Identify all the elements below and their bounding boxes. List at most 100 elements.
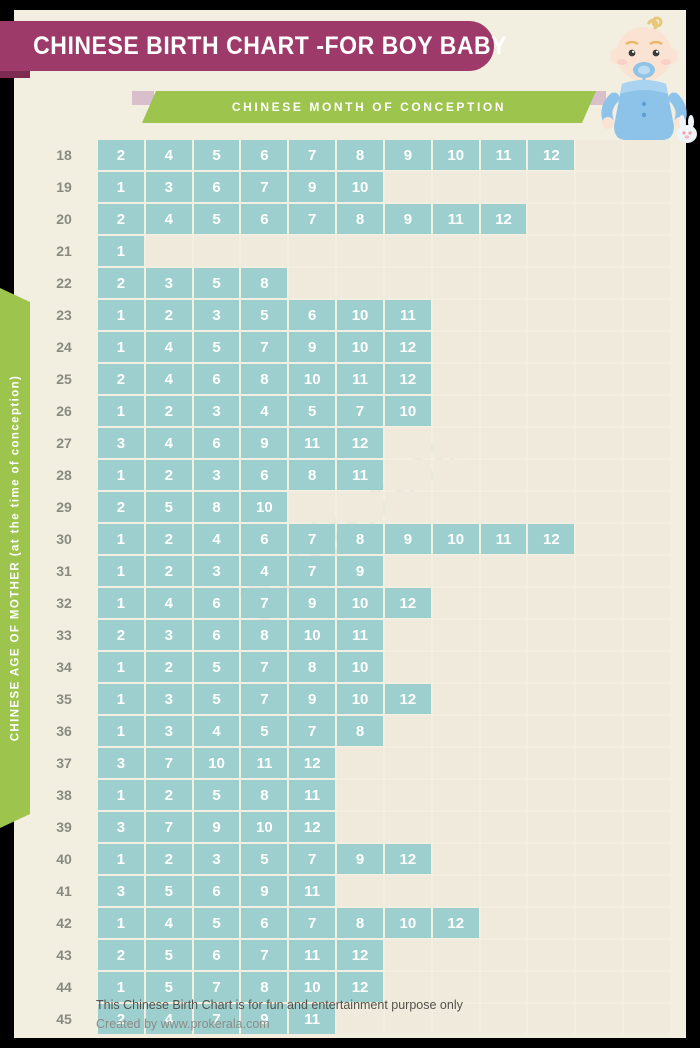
month-cells: 2 5 8 10 <box>98 492 670 522</box>
month-cell-filled: 9 <box>337 556 383 586</box>
month-cell-empty <box>480 588 527 618</box>
table-row: 36 1 3 4 5 7 8 <box>30 716 670 746</box>
month-cell-filled: 7 <box>145 812 192 842</box>
month-cell-empty <box>624 460 670 490</box>
month-cells: 1 2 3 5 6 10 11 <box>98 300 670 330</box>
month-cell-empty <box>576 940 623 970</box>
month-cell-filled: 2 <box>145 524 192 554</box>
month-cells: 134578 <box>98 716 670 746</box>
month-cell-filled: 5 <box>289 396 336 426</box>
month-cell-filled: 12 <box>528 140 575 170</box>
month-cell-filled: 9 <box>241 428 288 458</box>
month-cell-filled: 6 <box>241 524 288 554</box>
month-cells: 1 <box>98 236 670 266</box>
month-cell-empty <box>384 940 431 970</box>
baby-boy-illustration-icon <box>601 16 697 143</box>
month-cell-filled: 2 <box>98 140 144 170</box>
month-cell-empty <box>576 428 623 458</box>
month-cell-filled: 1 <box>98 588 144 618</box>
title-banner: CHINESE BIRTH CHART -FOR BOY BABY <box>0 21 507 71</box>
month-cell-empty <box>432 876 479 906</box>
month-cell-empty <box>576 172 623 202</box>
month-cell-empty <box>193 236 240 266</box>
month-cell-filled: 2 <box>98 268 144 298</box>
month-cell-empty <box>480 268 527 298</box>
footer-disclaimer: This Chinese Birth Chart is for fun and … <box>96 998 463 1012</box>
month-cell-empty <box>624 204 670 234</box>
month-cell-filled: 4 <box>241 556 288 586</box>
month-cell-filled: 11 <box>432 204 479 234</box>
month-cell-filled: 2 <box>145 460 192 490</box>
month-cell-empty <box>624 620 670 650</box>
month-cell-filled: 10 <box>337 172 383 202</box>
month-cell-filled: 11 <box>480 140 527 170</box>
month-cell-empty <box>576 524 623 554</box>
age-label: 37 <box>56 755 72 771</box>
month-cell-filled: 12 <box>289 748 336 778</box>
month-cell-empty <box>384 492 431 522</box>
month-cell-filled: 9 <box>384 524 431 554</box>
month-cell-empty <box>576 492 623 522</box>
month-cells: 1 2 5 8 11 <box>98 780 670 810</box>
month-cell-empty <box>528 332 575 362</box>
month-cell-filled: 4 <box>145 204 192 234</box>
table-row: 31 1 2 3 4 7 9 <box>30 556 670 586</box>
chart-sheet: CHINESE BIRTH CHART -FOR BOY BABY CHINES… <box>0 10 697 1038</box>
month-cell-empty <box>576 588 623 618</box>
month-cell-empty <box>480 492 527 522</box>
month-cell-empty <box>384 812 431 842</box>
age-label: 40 <box>56 851 72 867</box>
month-cell-empty <box>432 172 479 202</box>
month-cell-filled: 9 <box>384 140 431 170</box>
month-cell-filled: 5 <box>193 684 240 714</box>
age-label: 24 <box>56 339 72 355</box>
month-cell-empty <box>624 780 670 810</box>
month-cells: 3 7 10 11 12 <box>98 748 670 778</box>
age-label: 30 <box>56 531 72 547</box>
month-cell-empty <box>480 748 527 778</box>
month-cell-empty <box>528 652 575 682</box>
month-cell-empty <box>528 460 575 490</box>
month-cell-empty <box>384 460 431 490</box>
month-cell-empty <box>528 268 575 298</box>
month-cell-filled: 7 <box>241 332 288 362</box>
month-cell-empty <box>528 812 575 842</box>
month-cell-empty <box>432 460 479 490</box>
month-cell-filled: 3 <box>145 172 192 202</box>
month-cell-filled: 7 <box>289 716 336 746</box>
month-cell-filled: 8 <box>337 204 383 234</box>
month-cell-filled: 5 <box>193 652 240 682</box>
month-cell-empty <box>624 556 670 586</box>
month-cell-filled: 7 <box>289 908 336 938</box>
month-cell-filled: 7 <box>289 556 336 586</box>
month-cell-empty <box>624 300 670 330</box>
month-cell-filled: 10 <box>193 748 240 778</box>
month-cell-filled: 2 <box>98 364 144 394</box>
month-cell-filled: 11 <box>289 876 336 906</box>
month-cell-empty <box>480 652 527 682</box>
month-cell-filled: 3 <box>98 428 144 458</box>
month-cell-empty <box>624 876 670 906</box>
month-cell-empty <box>289 236 336 266</box>
month-cell-filled: 3 <box>98 748 144 778</box>
month-cell-empty <box>528 492 575 522</box>
month-cell-filled: 7 <box>289 844 336 874</box>
month-cell-empty <box>480 684 527 714</box>
table-row: 21 1 <box>30 236 670 266</box>
table-row: 43 2 5 6 7 11 12 <box>30 940 670 970</box>
month-cell-filled: 7 <box>145 748 192 778</box>
month-cell-filled: 3 <box>193 556 240 586</box>
month-cell-filled: 10 <box>337 332 383 362</box>
month-cell-filled: 1 <box>98 524 144 554</box>
month-cells: 2 5 6 7 11 12 <box>98 940 670 970</box>
table-row: 40 1 2 3 5 7 9 12 <box>30 844 670 874</box>
month-cell-filled: 4 <box>193 524 240 554</box>
month-cell-filled: 4 <box>145 364 192 394</box>
month-cell-filled: 5 <box>241 844 288 874</box>
table-row: 41 3 5 6 9 11 <box>30 876 670 906</box>
table-row: 23 1 2 3 5 6 10 11 <box>30 300 670 330</box>
age-label: 35 <box>56 691 72 707</box>
month-cell-empty <box>337 780 383 810</box>
month-cell-filled: 3 <box>193 300 240 330</box>
month-cell-empty <box>384 428 431 458</box>
